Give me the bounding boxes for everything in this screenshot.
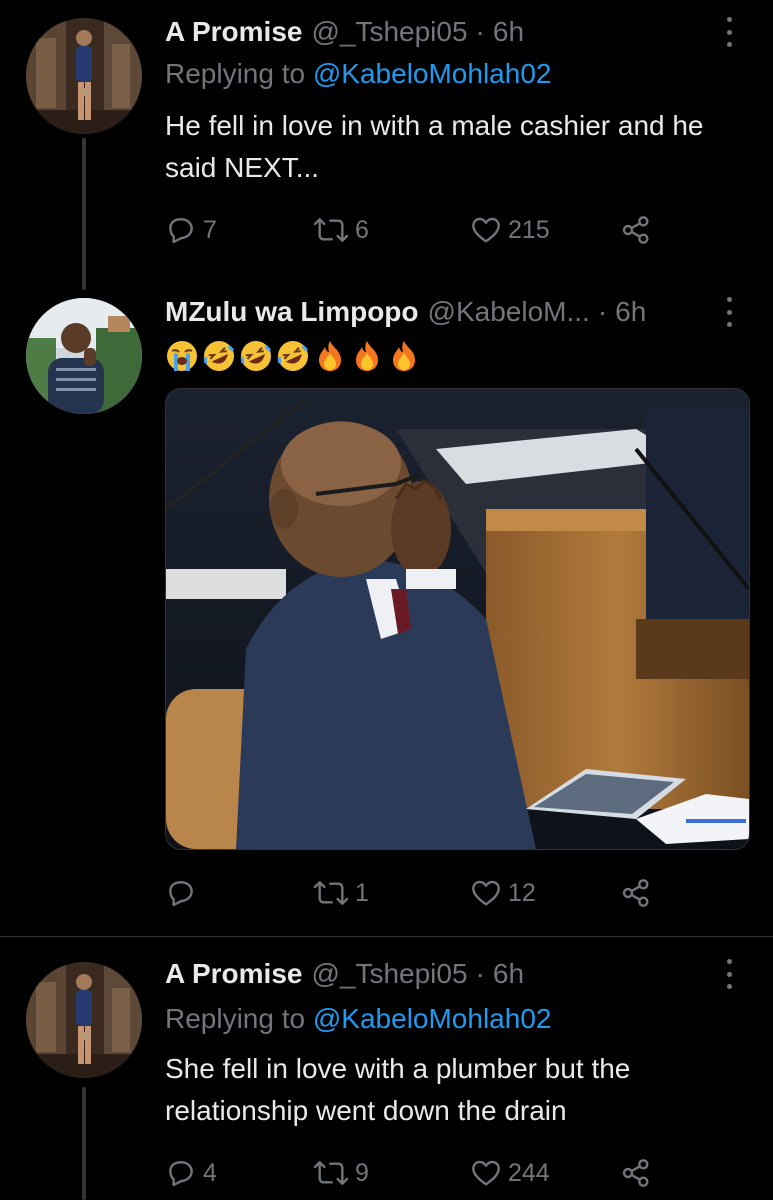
tweet-text: She fell in love with a plumber but the … xyxy=(165,1053,631,1126)
avatar[interactable] xyxy=(26,18,142,134)
share-icon xyxy=(622,879,649,907)
retweet-count: 6 xyxy=(355,215,369,244)
replying-label: Replying to xyxy=(165,1003,306,1034)
rolling-laughing-face-icon xyxy=(203,341,235,371)
share-button[interactable] xyxy=(620,873,652,913)
separator-dot: · xyxy=(475,958,485,989)
share-icon xyxy=(622,216,649,244)
more-icon[interactable] xyxy=(723,17,735,47)
retweet-button[interactable]: 1 xyxy=(313,873,369,913)
like-icon xyxy=(472,217,500,243)
tweet-1[interactable]: A Promise @_Tshepi05 · 6h Replying to @K… xyxy=(0,0,773,290)
rolling-laughing-face-icon xyxy=(277,341,309,371)
more-icon[interactable] xyxy=(723,297,735,327)
retweet-icon xyxy=(313,1161,349,1185)
separator-dot: · xyxy=(475,16,485,47)
fire-icon xyxy=(356,341,378,371)
thread-line xyxy=(82,138,86,290)
like-count: 12 xyxy=(508,878,536,907)
timestamp[interactable]: 6h xyxy=(615,296,646,328)
share-icon xyxy=(622,1159,649,1187)
like-button[interactable]: 215 xyxy=(470,210,550,250)
fire-icon xyxy=(319,341,341,371)
replying-label: Replying to xyxy=(165,58,306,89)
thread-line xyxy=(82,1087,86,1200)
like-icon xyxy=(472,1160,500,1186)
reply-mention-link[interactable]: @KabeloMohlah02 xyxy=(313,1003,552,1034)
tweet-3[interactable]: A Promise @_Tshepi05 · 6h Replying to @K… xyxy=(0,937,773,1200)
reply-count: 4 xyxy=(203,1158,217,1187)
tweet-header: A Promise @_Tshepi05 · 6h xyxy=(165,954,733,994)
replying-to: Replying to @KabeloMohlah02 xyxy=(165,1003,551,1035)
display-name[interactable]: A Promise xyxy=(165,16,302,48)
loudly-crying-face-icon xyxy=(167,341,197,371)
retweet-count: 9 xyxy=(355,1158,369,1187)
timestamp[interactable]: 6h xyxy=(493,958,524,990)
tweet-media-image[interactable] xyxy=(165,388,750,850)
reply-button[interactable]: 4 xyxy=(165,1153,217,1193)
reply-mention-link[interactable]: @KabeloMohlah02 xyxy=(313,58,552,89)
display-name[interactable]: A Promise xyxy=(165,958,302,990)
action-bar: 1 12 xyxy=(165,873,725,913)
fire-icon xyxy=(393,341,415,371)
separator-dot: · xyxy=(597,296,608,327)
like-button[interactable]: 244 xyxy=(470,1153,550,1193)
tweet-2[interactable]: MZulu wa Limpopo @KabeloM... · 6h 1 12 xyxy=(0,290,773,936)
retweet-icon xyxy=(313,881,349,905)
user-handle[interactable]: @_Tshepi05 xyxy=(311,16,467,48)
more-icon[interactable] xyxy=(723,959,735,989)
like-button[interactable]: 12 xyxy=(470,873,536,913)
tweet-header: A Promise @_Tshepi05 · 6h xyxy=(165,12,733,52)
reply-icon xyxy=(169,881,193,907)
retweet-icon xyxy=(313,218,349,242)
timestamp[interactable]: 6h xyxy=(493,16,524,48)
retweet-count: 1 xyxy=(355,878,369,907)
tweet-text: He fell in love in with a male cashier a… xyxy=(165,110,704,183)
like-count: 244 xyxy=(508,1158,550,1187)
user-handle[interactable]: @KabeloM... xyxy=(428,296,590,328)
retweet-button[interactable]: 6 xyxy=(313,210,369,250)
avatar[interactable] xyxy=(26,298,142,414)
rolling-laughing-face-icon xyxy=(240,341,272,371)
action-bar: 7 6 215 xyxy=(165,210,725,250)
action-bar: 4 9 244 xyxy=(165,1153,725,1193)
reply-icon xyxy=(169,218,193,244)
replying-to: Replying to @KabeloMohlah02 xyxy=(165,58,551,90)
reply-icon xyxy=(169,1161,193,1187)
avatar[interactable] xyxy=(26,962,142,1078)
tweet-header: MZulu wa Limpopo @KabeloM... · 6h xyxy=(165,292,708,332)
display-name[interactable]: MZulu wa Limpopo xyxy=(165,296,419,328)
reply-button[interactable]: 7 xyxy=(165,210,217,250)
retweet-button[interactable]: 9 xyxy=(313,1153,369,1193)
share-button[interactable] xyxy=(620,1153,652,1193)
like-count: 215 xyxy=(508,215,550,244)
like-icon xyxy=(472,880,500,906)
reply-button[interactable] xyxy=(165,873,203,913)
share-button[interactable] xyxy=(620,210,652,250)
user-handle[interactable]: @_Tshepi05 xyxy=(311,958,467,990)
reply-count: 7 xyxy=(203,215,217,244)
tweet-text xyxy=(165,336,421,376)
